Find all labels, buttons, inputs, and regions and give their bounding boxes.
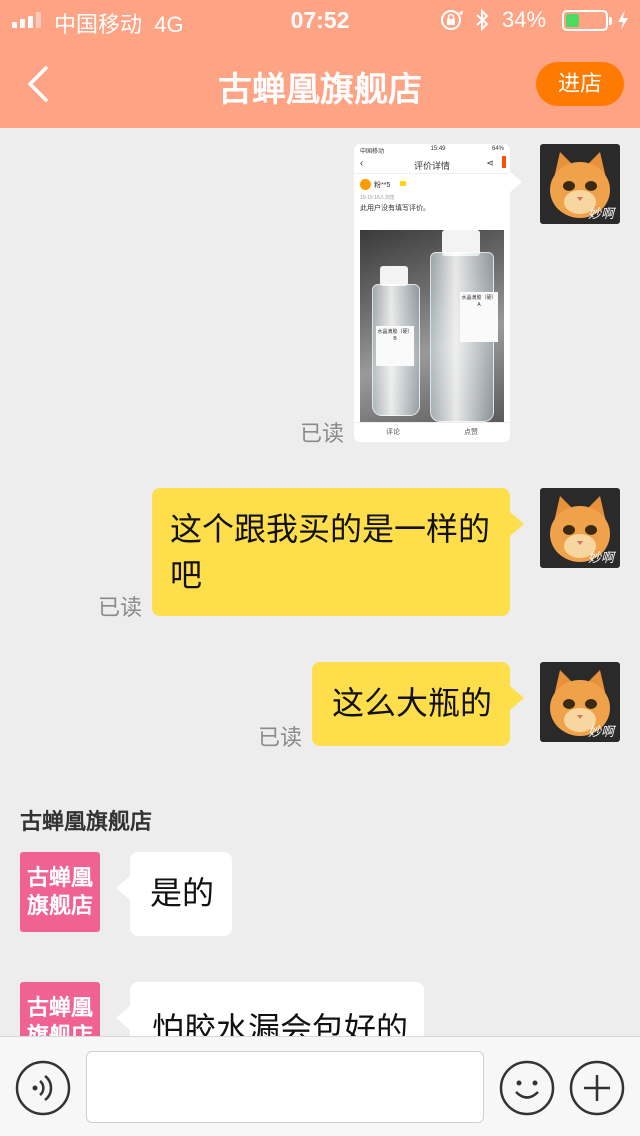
mini-review-text: 此用户没有填写评价。 xyxy=(360,205,430,212)
bottle-b-label: 水晶滴胶（硬）B xyxy=(376,326,414,366)
read-status: 已读 xyxy=(300,421,345,446)
avatar-caption: 妙啊 xyxy=(587,550,614,565)
mini-edge-mark xyxy=(502,156,506,168)
plus-icon[interactable] xyxy=(568,1059,626,1117)
shop-avatar-line: 旗舰店 xyxy=(26,893,93,918)
mini-share-icon: ⋖ xyxy=(486,158,494,168)
bottles-photo: 水晶滴胶（硬）B 水晶滴胶（硬）A xyxy=(360,230,504,422)
mini-nav: ‹ 评价详情 ⋖ xyxy=(354,154,510,174)
read-status: 已读 xyxy=(98,595,143,620)
message-text: 这么大瓶的 xyxy=(332,685,493,721)
mini-comment: 评论 xyxy=(386,429,400,436)
mini-carrier: 中国移动 xyxy=(360,149,385,155)
sender-name: 古蝉凰旗舰店 xyxy=(20,809,153,834)
battery-icon xyxy=(562,10,612,31)
battery-level xyxy=(566,14,579,27)
message-bubble[interactable]: 是的 xyxy=(116,852,232,936)
mini-meta: 10-15 16人浏览 xyxy=(360,195,395,201)
mini-time: 15:49 xyxy=(430,146,446,152)
charging-icon xyxy=(618,10,628,30)
bottle-a-label: 水晶滴胶（硬）A xyxy=(460,292,498,342)
bluetooth-icon xyxy=(476,8,489,32)
message-bubble[interactable]: 怕胶水漏会包好的 xyxy=(116,982,424,1036)
emoji-icon[interactable] xyxy=(498,1059,556,1117)
mini-like: 点赞 xyxy=(464,429,478,436)
mini-status-bar: 中国移动 15:49 64% xyxy=(354,144,510,155)
mini-user-badge xyxy=(400,181,406,186)
chat-area[interactable]: 中国移动 15:49 64% ‹ 评价详情 ⋖ 粉**5 10-15 16人浏览… xyxy=(0,128,640,1036)
message-bubble[interactable]: 这个跟我买的是一样的 吧 xyxy=(152,488,524,616)
shop-avatar-line: 旗舰店 xyxy=(26,1023,93,1036)
shop-avatar-line: 古蝉凰 xyxy=(26,995,93,1020)
message-bubble[interactable]: 这么大瓶的 xyxy=(312,662,524,746)
mini-user-row: 粉**5 xyxy=(354,174,510,194)
enter-store-button[interactable]: 进店 xyxy=(536,62,624,106)
mini-user-avatar xyxy=(360,179,371,190)
status-bar: 中国移动 4G 07:52 34% xyxy=(0,0,640,40)
message-input[interactable] xyxy=(86,1051,484,1123)
my-avatar[interactable]: 妙啊 xyxy=(540,144,620,224)
image-message[interactable]: 中国移动 15:49 64% ‹ 评价详情 ⋖ 粉**5 10-15 16人浏览… xyxy=(354,144,510,442)
shop-avatar-line: 古蝉凰 xyxy=(26,865,93,890)
message-text-line: 吧 xyxy=(170,557,203,593)
voice-icon[interactable] xyxy=(14,1059,72,1117)
image-bubble-tail xyxy=(508,170,522,194)
avatar-caption: 妙啊 xyxy=(587,206,614,221)
my-avatar[interactable]: 妙啊 xyxy=(540,662,620,742)
orientation-lock-icon xyxy=(441,10,464,30)
chevron-left-icon[interactable] xyxy=(18,60,62,108)
mini-footer: 评论 点赞 xyxy=(354,422,510,442)
message-text: 怕胶水漏会包好的 xyxy=(152,1011,409,1036)
my-avatar[interactable]: 妙啊 xyxy=(540,488,620,568)
read-status: 已读 xyxy=(258,725,303,750)
bottle-b-cap xyxy=(380,266,408,286)
mini-user-name: 粉**5 xyxy=(374,182,391,189)
message-text: 是的 xyxy=(150,875,215,911)
battery-percent: 34% xyxy=(502,7,547,32)
avatar-caption: 妙啊 xyxy=(587,724,614,739)
message-text-line: 这个跟我买的是一样的 xyxy=(170,511,491,547)
nav-bar: 古蝉凰旗舰店 进店 xyxy=(0,40,640,128)
input-bar xyxy=(0,1036,640,1136)
shop-avatar[interactable]: 古蝉凰 旗舰店 xyxy=(20,852,100,932)
mini-battery: 64% xyxy=(491,146,504,152)
shop-avatar[interactable]: 古蝉凰 旗舰店 xyxy=(20,982,100,1036)
